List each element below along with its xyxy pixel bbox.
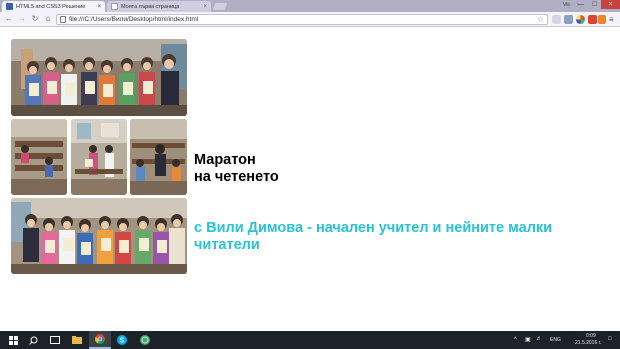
extension-orange-icon[interactable] [598, 15, 606, 24]
language-indicator[interactable]: ENG [550, 337, 561, 343]
extension-red-icon[interactable] [588, 15, 597, 24]
search-icon [28, 336, 37, 345]
extension-shield-icon[interactable] [564, 15, 573, 24]
taskbar-file-explorer[interactable] [66, 331, 88, 349]
profile-name[interactable]: Vili [563, 2, 570, 8]
chrome-icon [95, 334, 105, 344]
close-window-button[interactable]: × [601, 0, 620, 9]
url-text[interactable]: file:///C:/Users/Вили/Desktop/html/index… [69, 16, 534, 23]
globe-icon [140, 335, 150, 345]
tab-title: Моята първа страница [121, 3, 180, 10]
book-icon [6, 3, 13, 10]
page-content: Маратон на четенето с Вили Димова - нача… [0, 28, 620, 331]
forward-arrow-icon[interactable]: → [17, 14, 27, 24]
back-arrow-icon[interactable]: ← [4, 14, 14, 24]
tray-up-arrow-icon[interactable]: ^ [514, 337, 517, 343]
search-button[interactable] [22, 331, 44, 349]
address-bar[interactable]: file:///C:/Users/Вили/Desktop/html/index… [56, 14, 548, 25]
home-icon[interactable]: ⌂ [43, 14, 53, 24]
classroom-photo-middle [71, 119, 127, 195]
class-group-photo-bottom [11, 198, 187, 274]
heading-line-1: Маратон [194, 152, 256, 168]
taskbar-chrome[interactable] [89, 331, 111, 349]
extension-colorful-icon[interactable] [576, 15, 585, 24]
svg-text:S: S [120, 338, 125, 345]
heading-line-2: на четенето [194, 169, 279, 185]
tab-html5-css3[interactable]: HTML5 and CSS3 Решение × [2, 1, 105, 12]
page-heading: Маратон на четенето [194, 152, 279, 186]
clock-time[interactable]: 0:09 [586, 333, 596, 339]
clock-date[interactable]: 21.5.2016 г. [575, 340, 601, 346]
browser-toolbar: ← → ↻ ⌂ file:///C:/Users/Вили/Desktop/ht… [0, 12, 620, 27]
start-button[interactable] [2, 331, 24, 349]
skype-icon: S [117, 335, 127, 345]
close-icon[interactable]: × [97, 4, 101, 10]
browser-titlebar: HTML5 and CSS3 Решение × Моята първа стр… [0, 0, 620, 12]
windows-logo-icon [8, 335, 18, 345]
page-subheading: с Вили Димова - начален учител и нейните… [194, 220, 553, 253]
bookmark-star-icon[interactable]: ☆ [537, 15, 544, 24]
task-view-icon [50, 336, 60, 344]
classroom-photo-left [11, 119, 67, 195]
reload-icon[interactable]: ↻ [30, 14, 40, 24]
close-icon[interactable]: × [203, 4, 207, 10]
page-icon [60, 16, 66, 23]
new-tab-button[interactable] [212, 3, 228, 10]
menu-icon[interactable]: ≡ [609, 15, 614, 24]
folder-icon [72, 336, 82, 344]
task-view-button[interactable] [44, 331, 66, 349]
tab-title: HTML5 and CSS3 Решение [16, 3, 86, 10]
taskbar-skype[interactable]: S [111, 331, 133, 349]
taskbar-app-green[interactable] [134, 331, 156, 349]
notifications-icon[interactable]: □ [608, 336, 612, 342]
volume-icon[interactable]: ♬ [536, 336, 542, 342]
page-icon [111, 3, 118, 10]
tab-first-page[interactable]: Моята първа страница × [107, 1, 211, 12]
classroom-photo-right [130, 119, 187, 195]
class-group-photo-top [11, 39, 187, 116]
network-icon[interactable]: ▣ [525, 336, 531, 343]
windows-taskbar: S ^ ▣ ♬ ENG 0:09 21.5.2016 г. □ [0, 331, 620, 349]
extension-translate-icon[interactable] [552, 15, 561, 24]
